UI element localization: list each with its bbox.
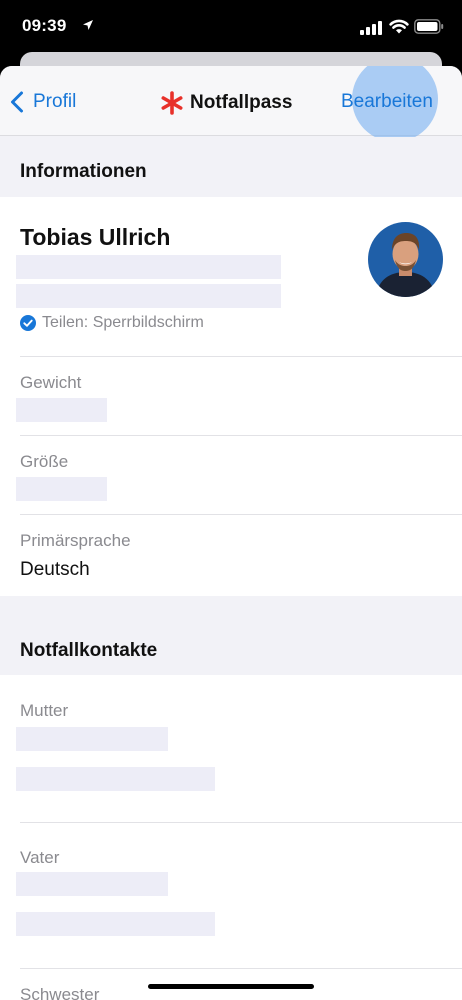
redacted-field bbox=[16, 255, 281, 279]
contact-phone-redacted bbox=[16, 767, 215, 791]
cellular-signal-icon bbox=[360, 21, 382, 35]
emergency-contacts-card: Mutter Vater Schwester bbox=[0, 675, 462, 1000]
primary-language-label: Primärsprache bbox=[20, 531, 131, 550]
chevron-left-icon bbox=[11, 91, 23, 113]
profile-name: Tobias Ullrich bbox=[20, 224, 171, 250]
back-button[interactable]: Profil bbox=[10, 88, 76, 116]
contact-phone-redacted bbox=[16, 912, 215, 936]
weight-value-redacted bbox=[16, 398, 107, 422]
status-bar: 09:39 bbox=[0, 0, 462, 56]
page-title-text: Notfallpass bbox=[190, 92, 293, 113]
contact-relation-vater: Vater bbox=[20, 848, 60, 867]
navigation-bar: Profil Notfallpass Bearbeiten bbox=[0, 66, 462, 142]
weight-label: Gewicht bbox=[20, 373, 82, 392]
status-time: 09:39 bbox=[22, 16, 67, 35]
medical-asterisk-icon bbox=[161, 91, 183, 115]
share-label: Teilen: Sperrbildschirm bbox=[42, 314, 204, 331]
share-lockscreen-status: Teilen: Sperrbildschirm bbox=[20, 312, 204, 334]
edit-button[interactable]: Bearbeiten bbox=[341, 91, 433, 113]
height-label: Größe bbox=[20, 452, 69, 471]
location-arrow-icon bbox=[83, 20, 93, 30]
emergency-card-sheet: Profil Notfallpass Bearbeiten Informatio… bbox=[0, 66, 462, 1000]
battery-icon bbox=[414, 19, 444, 34]
section-header-informationen: Informationen bbox=[0, 137, 462, 197]
home-indicator[interactable] bbox=[148, 984, 314, 989]
primary-language-value: Deutsch bbox=[20, 559, 90, 580]
profile-photo bbox=[368, 222, 443, 297]
section-title-informationen: Informationen bbox=[20, 161, 147, 182]
checkmark-circle-icon bbox=[20, 315, 36, 331]
wifi-icon bbox=[389, 19, 409, 34]
avatar[interactable] bbox=[368, 222, 443, 297]
divider bbox=[20, 514, 462, 515]
height-value-redacted bbox=[16, 477, 107, 501]
section-title-notfallkontakte: Notfallkontakte bbox=[20, 640, 158, 661]
divider bbox=[20, 822, 462, 823]
contact-relation-schwester: Schwester bbox=[20, 985, 100, 1000]
back-button-label: Profil bbox=[33, 91, 77, 112]
section-header-notfallkontakte: Notfallkontakte bbox=[0, 596, 462, 675]
redacted-field bbox=[16, 284, 281, 308]
contact-name-redacted bbox=[16, 727, 168, 751]
page-title: Notfallpass bbox=[160, 88, 292, 118]
divider bbox=[20, 356, 462, 357]
contact-name-redacted bbox=[16, 872, 168, 896]
divider bbox=[20, 435, 462, 436]
contact-relation-mutter: Mutter bbox=[20, 701, 69, 720]
divider bbox=[20, 968, 462, 969]
